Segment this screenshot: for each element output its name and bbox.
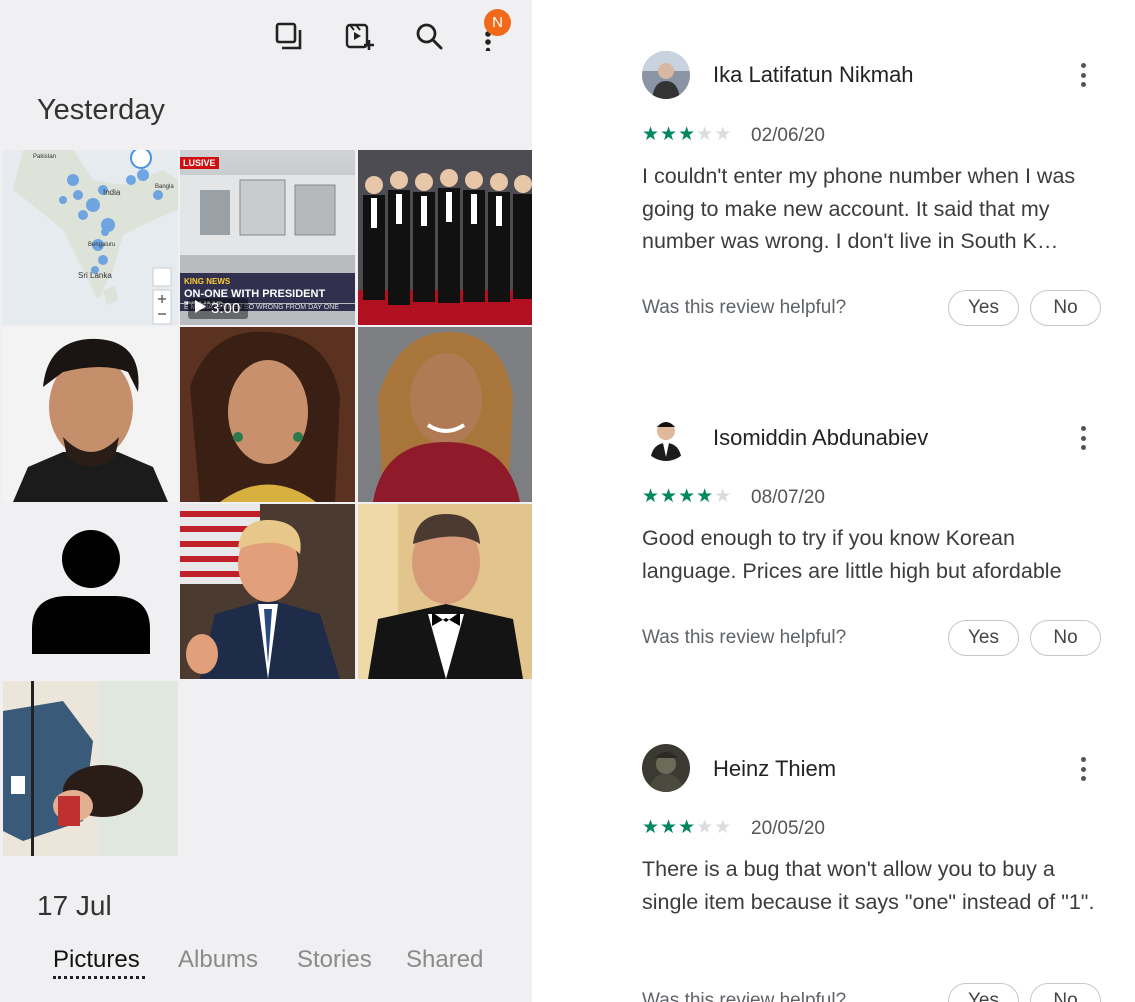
review-text[interactable]: Good enough to try if you know Korean la… (642, 522, 1104, 588)
search-icon[interactable] (411, 18, 447, 54)
star-filled-icon: ★ (660, 124, 678, 145)
photo-tile[interactable] (3, 327, 178, 502)
photo-tile[interactable] (358, 327, 532, 502)
map-label-city: Bengaluru (88, 242, 115, 248)
map-label-sri-lanka: Sri Lanka (78, 271, 112, 280)
tab-shared[interactable]: Shared (406, 946, 483, 974)
star-filled-icon: ★ (642, 124, 660, 145)
notification-badge: N (484, 9, 511, 36)
date-section-label: 17 Jul (37, 890, 112, 921)
star-empty-icon: ★ (696, 817, 714, 838)
gallery-panel: N Yesterday India Sri Lanka Bengaluru Pa… (0, 0, 532, 1002)
photo-tile[interactable] (358, 150, 532, 325)
news-tag: LUSIVE (180, 157, 219, 169)
star-filled-icon: ★ (660, 486, 678, 507)
avatar (642, 51, 690, 99)
helpful-no-button[interactable]: No (1030, 620, 1101, 656)
star-empty-icon: ★ (714, 486, 732, 507)
tab-pictures[interactable]: Pictures (53, 946, 140, 974)
review-text[interactable]: There is a bug that won't allow you to b… (642, 853, 1104, 951)
tab-stories[interactable]: Stories (297, 946, 372, 974)
star-filled-icon: ★ (678, 124, 696, 145)
reviewer-name: Ika Latifatun Nikmah (713, 62, 914, 87)
map-label-bangla: Bangla (155, 184, 174, 190)
photo-tile[interactable] (180, 504, 355, 679)
helpful-prompt: Was this review helpful? (642, 627, 847, 648)
review-more-icon[interactable] (1072, 60, 1094, 90)
person-placeholder-icon (32, 530, 150, 654)
play-icon (194, 300, 206, 317)
avatar (642, 413, 690, 461)
select-icon[interactable] (270, 18, 306, 54)
video-duration: 3:00 (211, 300, 241, 317)
star-rating: ★ ★ ★ ★ ★ (642, 125, 731, 145)
star-filled-icon: ★ (642, 486, 660, 507)
star-filled-icon: ★ (660, 817, 678, 838)
reviewer-name: Isomiddin Abdunabiev (713, 425, 929, 450)
star-empty-icon: ★ (714, 817, 732, 838)
reviewer-name: Heinz Thiem (713, 756, 837, 781)
active-tab-indicator (53, 976, 145, 979)
review-more-icon[interactable] (1072, 754, 1094, 784)
person-placeholder-tile[interactable] (3, 504, 178, 679)
star-empty-icon: ★ (696, 124, 714, 145)
review-date: 08/07/20 (751, 487, 825, 508)
helpful-no-button[interactable]: No (1030, 983, 1101, 1002)
review-text[interactable]: I couldn't enter my phone number when I … (642, 160, 1104, 258)
reviews-panel: Ika Latifatun Nikmah ★ ★ ★ ★ ★ 02/06/20 I co… (532, 0, 1135, 1002)
photo-tile[interactable] (358, 504, 532, 679)
create-video-icon[interactable] (341, 18, 377, 54)
star-empty-icon: ★ (714, 124, 732, 145)
video-tile[interactable]: LUSIVE KING NEWS ON-ONE WITH PRESIDENT T… (180, 150, 355, 325)
star-rating: ★ ★ ★ ★ ★ (642, 487, 731, 507)
tab-albums[interactable]: Albums (178, 946, 258, 974)
star-filled-icon: ★ (642, 817, 660, 838)
news-strip-top: KING NEWS (184, 277, 231, 286)
helpful-prompt: Was this review helpful? (642, 990, 847, 1002)
map-tile[interactable]: India Sri Lanka Bengaluru Pakistan Bangl… (3, 150, 178, 325)
review-date: 20/05/20 (751, 818, 825, 839)
star-filled-icon: ★ (678, 817, 696, 838)
section-title: Yesterday (37, 94, 165, 126)
review-date: 02/06/20 (751, 125, 825, 146)
helpful-prompt: Was this review helpful? (642, 297, 847, 318)
bottom-tab-bar: Pictures Albums Stories Shared (0, 940, 532, 980)
video-duration-badge: 3:00 (188, 298, 249, 319)
avatar (642, 744, 690, 792)
helpful-yes-button[interactable]: Yes (948, 290, 1019, 326)
map-label-pakistan: Pakistan (33, 154, 56, 160)
map-label-india: India (103, 188, 121, 197)
star-filled-icon: ★ (678, 486, 696, 507)
photo-tile[interactable] (3, 681, 178, 856)
helpful-yes-button[interactable]: Yes (948, 620, 1019, 656)
review-more-icon[interactable] (1072, 423, 1094, 453)
helpful-yes-button[interactable]: Yes (948, 983, 1019, 1002)
star-rating: ★ ★ ★ ★ ★ (642, 818, 731, 838)
photo-tile[interactable] (180, 327, 355, 502)
helpful-no-button[interactable]: No (1030, 290, 1101, 326)
star-filled-icon: ★ (696, 486, 714, 507)
